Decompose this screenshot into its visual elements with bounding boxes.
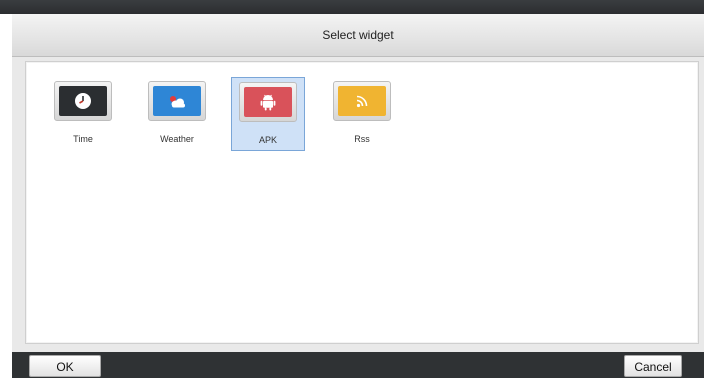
- background-window: [0, 0, 704, 14]
- rss-icon: [356, 95, 368, 108]
- cloud-icon: [170, 96, 185, 108]
- widget-label: Time: [73, 134, 93, 144]
- dialog-body: Time Weather APK Rss: [12, 57, 704, 352]
- widget-tile: [148, 81, 206, 121]
- widget-label: APK: [258, 135, 277, 145]
- dialog-footer: OK Cancel: [12, 352, 704, 378]
- widget-apk[interactable]: APK: [231, 77, 305, 151]
- ok-button[interactable]: OK: [29, 355, 101, 377]
- widget-tile: [54, 81, 112, 121]
- widget-tile: [239, 82, 297, 122]
- android-icon: [260, 94, 276, 111]
- cancel-button[interactable]: Cancel: [624, 355, 682, 377]
- widget-rss[interactable]: Rss: [325, 77, 399, 151]
- widget-tile: [333, 81, 391, 121]
- dialog-title: Select widget: [12, 14, 704, 57]
- widget-list: Time Weather APK Rss: [25, 61, 699, 344]
- select-widget-dialog: Select widget Time Weather APK Rss OK Ca…: [12, 14, 704, 378]
- clock-icon: [75, 93, 91, 109]
- widget-weather[interactable]: Weather: [140, 77, 214, 151]
- widget-label: Weather: [160, 134, 194, 144]
- widget-time[interactable]: Time: [46, 77, 120, 151]
- widget-label: Rss: [354, 134, 370, 144]
